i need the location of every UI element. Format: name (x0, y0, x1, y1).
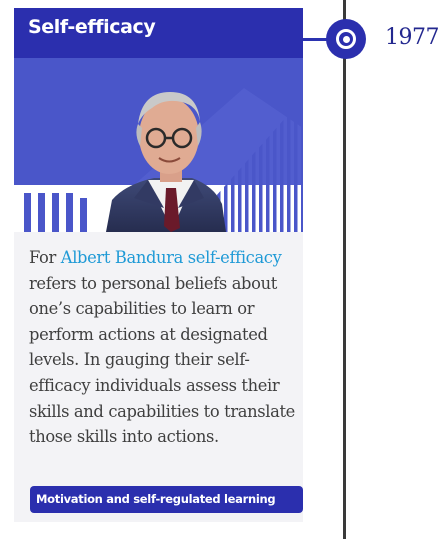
portrait-photo (14, 58, 303, 232)
target-icon (336, 29, 356, 49)
card-title: Self-efficacy (28, 16, 156, 38)
timeline-card: Self-efficacy For Albert Bandura self-ef… (14, 8, 303, 522)
card-description: For Albert Bandura self-efficacy refers … (29, 248, 295, 447)
card-image (14, 58, 303, 232)
timeline-line (343, 0, 346, 539)
category-tag[interactable]: Motivation and self-regulated learning (30, 486, 303, 513)
author-link[interactable]: Albert Bandura self-efficacy (61, 248, 282, 267)
timeline-connector (302, 38, 328, 41)
card-header: Self-efficacy (14, 8, 303, 58)
timeline-marker[interactable] (326, 19, 366, 59)
timeline-year: 1977 (385, 25, 440, 50)
